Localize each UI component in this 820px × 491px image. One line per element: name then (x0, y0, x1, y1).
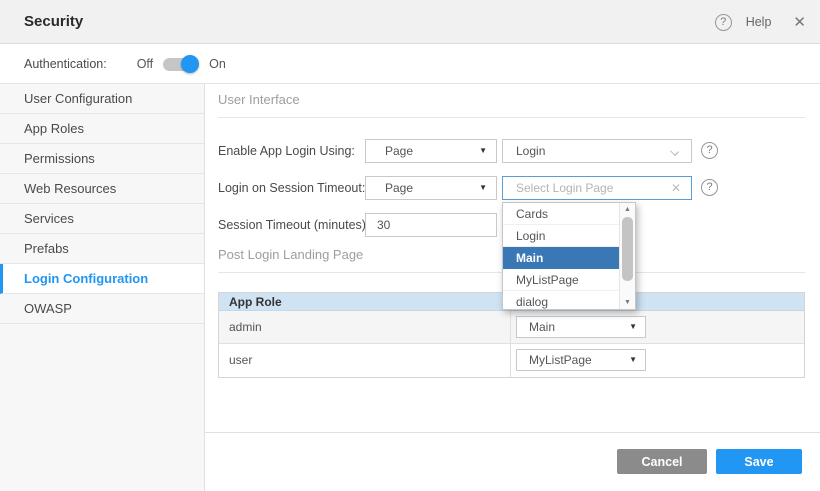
dropdown-option-cards[interactable]: Cards (503, 203, 619, 225)
dropdown-option-login[interactable]: Login (503, 225, 619, 247)
scrollbar-down-icon[interactable]: ▼ (620, 299, 635, 306)
table-row: admin Main ▼ (219, 311, 804, 344)
user-landing-page-select[interactable]: MyListPage ▼ (516, 349, 646, 371)
scrollbar-thumb[interactable] (622, 217, 633, 281)
cancel-button[interactable]: Cancel (617, 449, 707, 474)
combobox-value: Login (516, 144, 545, 158)
section-divider (218, 117, 805, 118)
select-value: Page (385, 144, 413, 158)
authentication-bar: Authentication: Off On (0, 44, 820, 84)
close-icon[interactable]: ✕ (793, 13, 806, 31)
select-value: Page (385, 181, 413, 195)
scrollbar-up-icon[interactable]: ▲ (620, 206, 635, 213)
dropdown-option-dialog[interactable]: dialog (503, 291, 619, 310)
settings-sidebar: User Configuration App Roles Permissions… (0, 84, 205, 491)
dropdown-option-mylistpage[interactable]: MyListPage (503, 269, 619, 291)
toggle-knob (181, 55, 199, 73)
session-timeout-help-icon[interactable]: ? (701, 179, 718, 196)
chevron-down-icon (670, 147, 679, 156)
session-timeout-login-label: Login on Session Timeout: (218, 176, 365, 200)
sidebar-item-login-configuration[interactable]: Login Configuration (0, 264, 204, 294)
session-timeout-type-select[interactable]: Page ▼ (365, 176, 497, 200)
enable-app-login-label: Enable App Login Using: (218, 139, 355, 163)
sidebar-item-app-roles[interactable]: App Roles (0, 114, 204, 144)
toggle-off-label: Off (137, 57, 153, 71)
select-value: Main (529, 320, 555, 334)
clear-icon[interactable]: ✕ (671, 177, 681, 199)
login-configuration-panel: User Interface Enable App Login Using: P… (205, 84, 820, 491)
select-arrow-icon: ▼ (629, 317, 637, 337)
sidebar-item-services[interactable]: Services (0, 204, 204, 234)
sidebar-item-user-configuration[interactable]: User Configuration (0, 84, 204, 114)
sidebar-item-prefabs[interactable]: Prefabs (0, 234, 204, 264)
help-icon[interactable]: ? (715, 14, 732, 31)
dialog-header: Security ? Help ✕ (0, 0, 820, 44)
session-timeout-minutes-label: Session Timeout (minutes): (218, 213, 369, 237)
help-link[interactable]: Help (746, 15, 772, 29)
dropdown-option-main[interactable]: Main (503, 247, 619, 269)
sidebar-item-owasp[interactable]: OWASP (0, 294, 204, 324)
dropdown-scrollbar[interactable]: ▲ ▼ (619, 203, 635, 309)
sidebar-item-web-resources[interactable]: Web Resources (0, 174, 204, 204)
authentication-label: Authentication: (24, 57, 107, 71)
select-arrow-icon: ▼ (629, 350, 637, 370)
select-arrow-icon: ▼ (479, 140, 487, 162)
page-title: Security (24, 0, 83, 44)
enable-app-login-help-icon[interactable]: ? (701, 142, 718, 159)
user-interface-section-title: User Interface (218, 92, 300, 107)
login-page-dropdown-list: Cards Login Main MyListPage dialog ▲ ▼ (502, 202, 636, 310)
enable-app-login-page-combobox[interactable]: Login (502, 139, 692, 163)
sidebar-item-permissions[interactable]: Permissions (0, 144, 204, 174)
admin-landing-page-select[interactable]: Main ▼ (516, 316, 646, 338)
select-value: MyListPage (529, 353, 592, 367)
authentication-toggle[interactable] (163, 55, 199, 73)
security-dialog: Security ? Help ✕ Authentication: Off On… (0, 0, 820, 491)
select-login-page-input[interactable] (503, 177, 663, 199)
session-timeout-minutes-input[interactable] (365, 213, 497, 237)
role-cell: user (219, 344, 511, 377)
enable-app-login-type-select[interactable]: Page ▼ (365, 139, 497, 163)
select-arrow-icon: ▼ (479, 177, 487, 199)
footer-divider (205, 432, 820, 433)
select-login-page-combobox[interactable]: ✕ (502, 176, 692, 200)
table-row: user MyListPage ▼ (219, 344, 804, 377)
toggle-on-label: On (209, 57, 226, 71)
save-button[interactable]: Save (716, 449, 802, 474)
post-login-section-title: Post Login Landing Page (218, 247, 363, 262)
role-cell: admin (219, 311, 511, 343)
